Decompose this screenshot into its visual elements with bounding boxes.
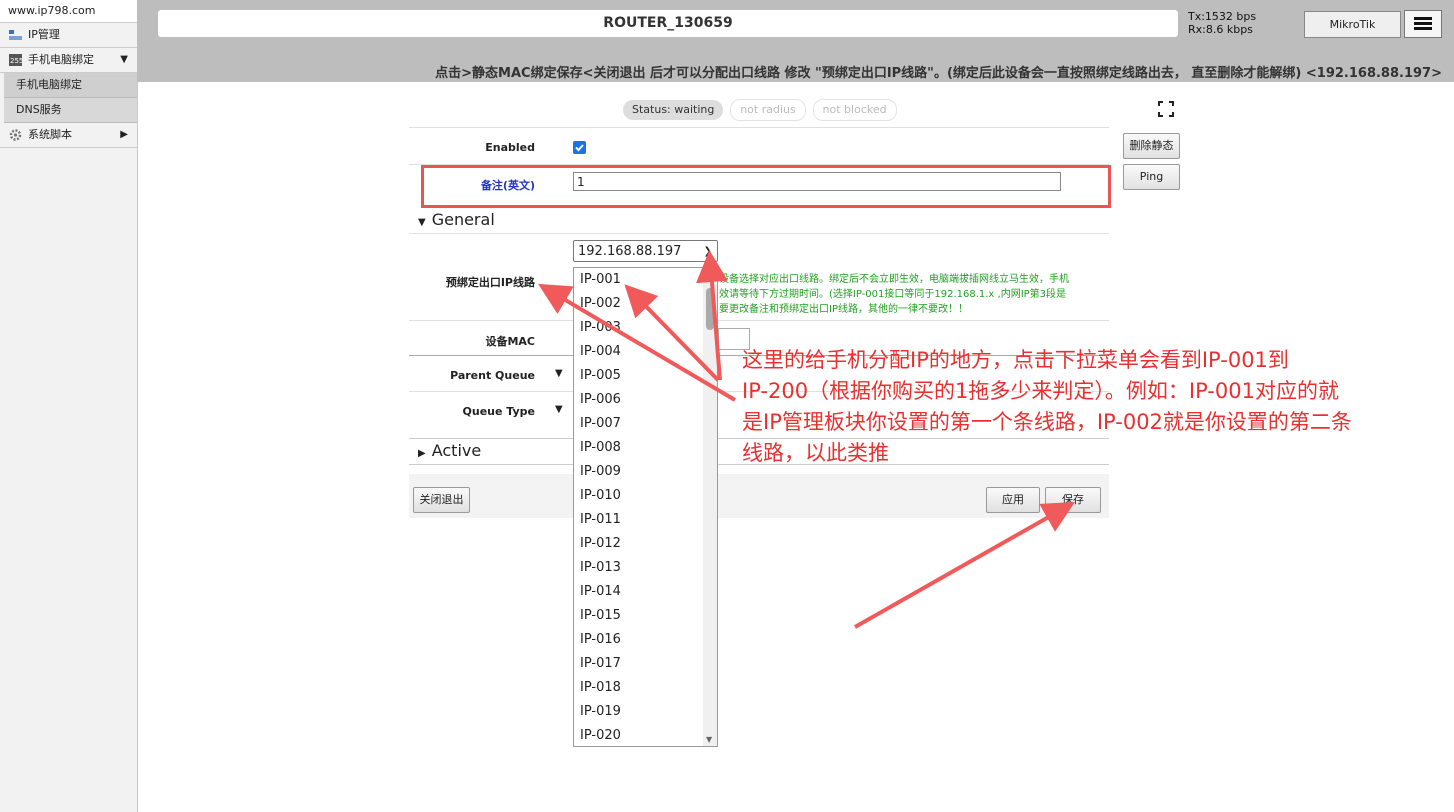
sidebar-item-binding[interactable]: 255 手机电脑绑定 ▼ xyxy=(0,48,137,73)
ping-button[interactable]: Ping xyxy=(1123,164,1180,190)
site-url: www.ip798.com xyxy=(0,0,137,23)
dropdown-option[interactable]: IP-003 xyxy=(574,316,717,340)
apply-button[interactable]: 应用 xyxy=(986,487,1040,513)
dropdown-scrollbar[interactable]: ▼ xyxy=(703,268,717,746)
fullscreen-icon[interactable] xyxy=(1158,101,1174,117)
triangle-right-icon: ▶ xyxy=(418,448,426,459)
hamburger-menu-icon[interactable] xyxy=(1404,10,1442,38)
dropdown-option[interactable]: IP-008 xyxy=(574,436,717,460)
dropdown-option[interactable]: IP-013 xyxy=(574,556,717,580)
chevron-down-icon: ❯ xyxy=(703,246,712,257)
enabled-label: Enabled xyxy=(485,141,535,154)
blocked-badge: not blocked xyxy=(812,99,897,121)
chevron-right-icon: ▶ xyxy=(120,129,128,140)
binding-icon: 255 xyxy=(9,54,22,66)
status-row: Status: waiting not radius not blocked xyxy=(623,99,900,121)
enabled-checkbox[interactable] xyxy=(573,141,586,154)
mikrotik-button[interactable]: MikroTik xyxy=(1304,11,1401,38)
dropdown-option[interactable]: IP-001 xyxy=(574,268,717,292)
annotation-line: IP-200（根据你购买的1拖多少来判定）。例如：IP-001对应的就 xyxy=(742,379,1339,403)
hint-line: 效请等待下方过期时间。(选择IP-001接口等同于192.168.1.x ,内网… xyxy=(719,289,1067,300)
dropdown-option[interactable]: IP-019 xyxy=(574,700,717,724)
caret-down-icon[interactable]: ▼ xyxy=(555,404,563,415)
active-section-title: Active xyxy=(431,441,482,460)
dropdown-option[interactable]: IP-010 xyxy=(574,484,717,508)
dropdown-option[interactable]: IP-017 xyxy=(574,652,717,676)
dropdown-option[interactable]: IP-007 xyxy=(574,412,717,436)
ip-management-icon xyxy=(9,30,22,40)
dropdown-option[interactable]: IP-014 xyxy=(574,580,717,604)
sidebar-item-label: 手机电脑绑定 xyxy=(28,53,94,66)
queue-type-label: Queue Type xyxy=(462,405,535,418)
triangle-down-icon: ▼ xyxy=(418,217,426,228)
header-bar: ROUTER_130659 Tx:1532 bps Rx:8.6 kbps Mi… xyxy=(137,0,1454,82)
dropdown-option[interactable]: IP-006 xyxy=(574,388,717,412)
radius-badge: not radius xyxy=(730,99,806,121)
hint-line: 设备选择对应出口线路。绑定后不会立即生效，电脑端拔插网线立马生效，手机 xyxy=(719,274,1069,285)
dropdown-option[interactable]: IP-020 xyxy=(574,724,717,746)
scrollbar-thumb[interactable] xyxy=(706,288,714,330)
hint-line: 要更改备注和预绑定出口IP线路，其他的一律不要改！！ xyxy=(719,304,968,315)
preset-line-label: 预绑定出口IP线路 xyxy=(445,276,535,289)
dropdown-option[interactable]: IP-005 xyxy=(574,364,717,388)
rx-rate: Rx:8.6 kbps xyxy=(1188,23,1253,36)
status-badge: Status: waiting xyxy=(623,100,724,120)
dropdown-option[interactable]: IP-015 xyxy=(574,604,717,628)
general-section-title: General xyxy=(431,210,495,229)
annotation-line: 是IP管理板块你设置的第一个条线路，IP-002就是你设置的第二条 xyxy=(742,410,1352,434)
sidebar-item-ip-management[interactable]: IP管理 xyxy=(0,23,137,48)
sidebar-subitem-dns[interactable]: DNS服务 xyxy=(4,98,137,123)
gear-icon xyxy=(9,129,22,141)
sidebar-item-label: 系统脚本 xyxy=(28,128,72,141)
mac-label: 设备MAC xyxy=(485,335,535,348)
enabled-row: Enabled xyxy=(409,127,1109,165)
dropdown-option[interactable]: IP-011 xyxy=(574,508,717,532)
annotation-text: 这里的给手机分配IP的地方，点击下拉菜单会看到IP-001到 IP-200（根据… xyxy=(742,345,1447,469)
chevron-down-icon: ▼ xyxy=(120,54,128,65)
dropdown-option[interactable]: IP-004 xyxy=(574,340,717,364)
close-exit-button[interactable]: 关闭退出 xyxy=(413,487,470,513)
notice-text: 点击>静态MAC绑定保存<关闭退出 后才可以分配出口线路 修改 "预绑定出口IP… xyxy=(435,66,1442,81)
general-section-header[interactable]: ▼ General xyxy=(409,210,1109,234)
annotation-line: 这里的给手机分配IP的地方，点击下拉菜单会看到IP-001到 xyxy=(742,348,1289,372)
ip-line-dropdown[interactable]: IP-001 IP-002 IP-003 IP-004 IP-005 IP-006 IP-0… xyxy=(573,267,718,747)
dropdown-option[interactable]: IP-012 xyxy=(574,532,717,556)
hint-text: 设备选择对应出口线路。绑定后不会立即生效，电脑端拔插网线立马生效，手机 效请等待… xyxy=(719,272,1105,317)
dropdown-option[interactable]: IP-009 xyxy=(574,460,717,484)
sidebar-item-label: IP管理 xyxy=(28,28,60,41)
scroll-down-icon[interactable]: ▼ xyxy=(706,735,712,744)
sidebar-subitem-binding[interactable]: 手机电脑绑定 xyxy=(4,73,137,98)
preset-line-select[interactable]: 192.168.88.197 ❯ xyxy=(573,240,718,262)
memo-input[interactable]: 1 xyxy=(573,172,1061,191)
dropdown-option[interactable]: IP-018 xyxy=(574,676,717,700)
sidebar: www.ip798.com IP管理 255 手机电脑绑定 ▼ 手机电脑绑定 D… xyxy=(0,0,138,812)
sidebar-item-scripts[interactable]: 系统脚本 ▶ xyxy=(0,123,137,148)
annotation-line: 线路，以此类推 xyxy=(742,441,889,465)
selected-value: 192.168.88.197 xyxy=(578,244,682,259)
parent-queue-label: Parent Queue xyxy=(450,369,535,382)
caret-down-icon[interactable]: ▼ xyxy=(555,368,563,379)
save-button[interactable]: 保存 xyxy=(1045,487,1101,513)
traffic-rates: Tx:1532 bps Rx:8.6 kbps xyxy=(1188,10,1256,36)
svg-text:255: 255 xyxy=(10,57,22,65)
dropdown-option[interactable]: IP-016 xyxy=(574,628,717,652)
tx-rate: Tx:1532 bps xyxy=(1188,10,1257,23)
arrow-to-save xyxy=(854,502,1075,629)
dropdown-list: IP-001 IP-002 IP-003 IP-004 IP-005 IP-006 IP-0… xyxy=(574,268,717,746)
router-title: ROUTER_130659 xyxy=(158,10,1178,37)
delete-static-button[interactable]: 删除静态 xyxy=(1123,133,1180,159)
dropdown-option[interactable]: IP-002 xyxy=(574,292,717,316)
